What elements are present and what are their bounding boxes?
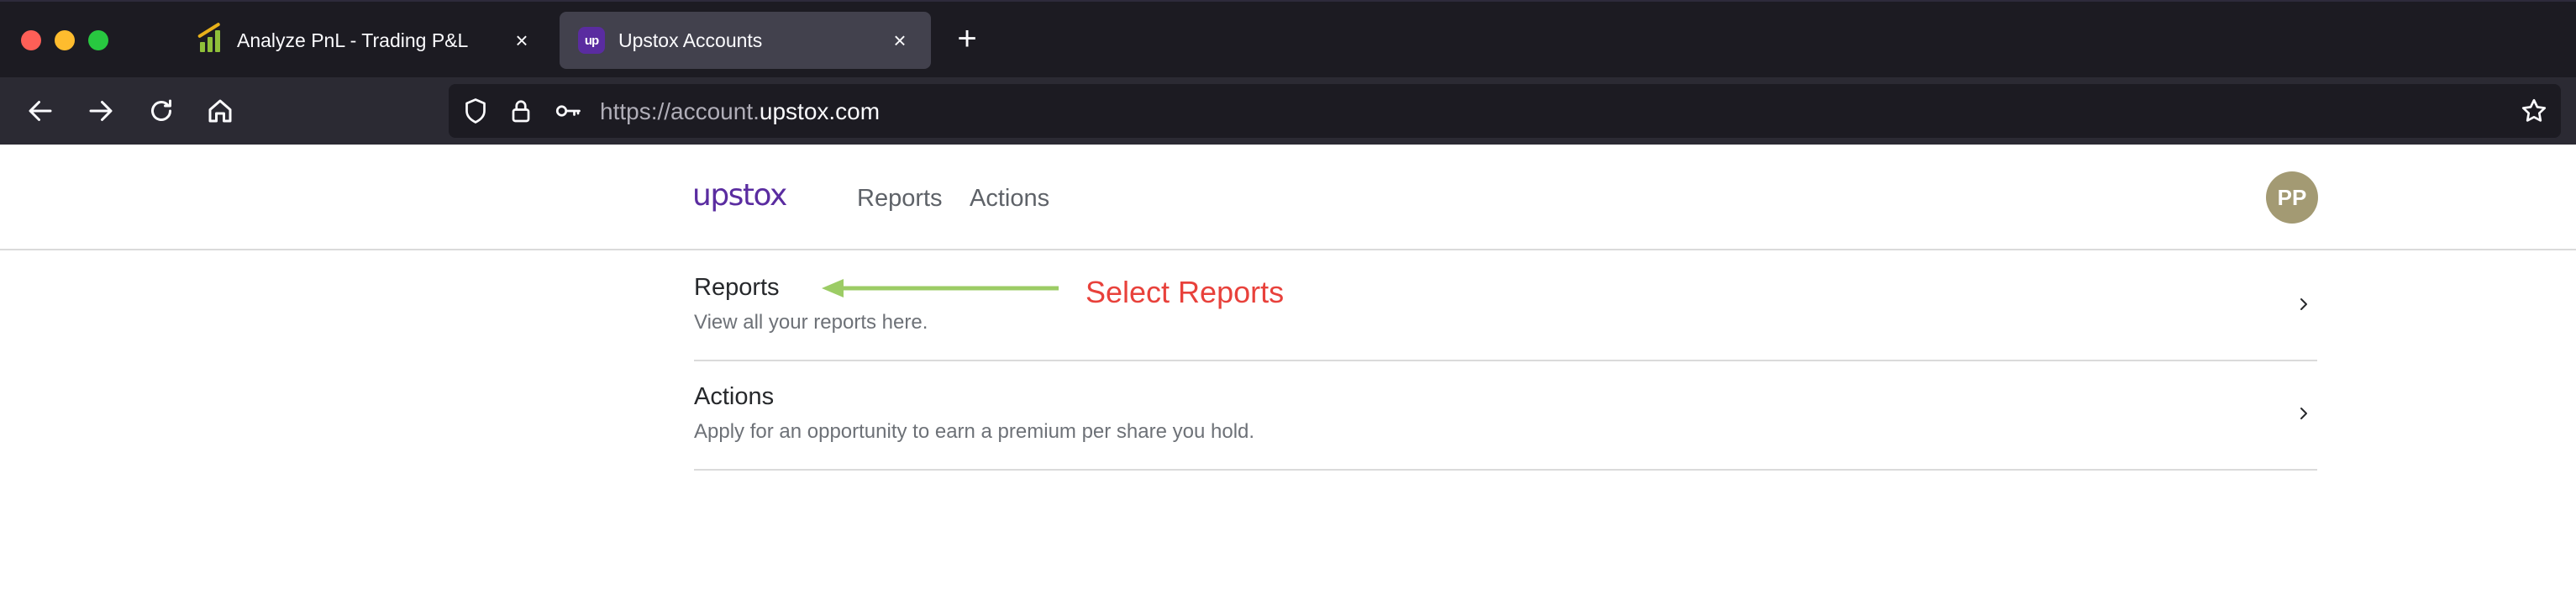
tab-title: Upstox Accounts [618, 29, 763, 51]
home-button[interactable] [202, 92, 239, 129]
reload-icon [151, 99, 171, 121]
actions-row[interactable]: Actions Apply for an opportunity to earn… [694, 361, 2317, 471]
chart-favicon-icon [197, 22, 223, 54]
tab-analyze-pnl[interactable]: Analyze PnL - Trading P&L × [178, 12, 553, 69]
avatar[interactable]: PP [2266, 171, 2318, 224]
new-tab-button[interactable]: + [952, 22, 982, 55]
annotation-label: Select Reports [1086, 275, 1285, 309]
row-title: Reports [694, 274, 780, 301]
browser-tab-bar: Analyze PnL - Trading P&L × up Upstox Ac… [0, 0, 2576, 77]
row-title: Actions [694, 383, 775, 410]
annotation-arrow-icon [822, 279, 1059, 297]
browser-toolbar: https://account.upstox.com [0, 77, 2576, 145]
site-header: upstox Reports Actions PP [0, 145, 2576, 250]
nav-actions[interactable]: Actions [970, 185, 1049, 213]
window-close-button[interactable] [21, 30, 41, 50]
bookmark-star-icon[interactable] [2519, 96, 2549, 126]
arrow-right-icon [89, 101, 113, 121]
reload-button[interactable] [143, 92, 180, 129]
lock-icon[interactable] [506, 96, 536, 126]
chevron-right-icon [2300, 408, 2307, 419]
key-icon[interactable] [553, 96, 583, 126]
upstox-logo[interactable]: upstox [692, 178, 787, 213]
home-icon [208, 99, 232, 123]
reports-row[interactable]: Reports View all your reports here. [694, 252, 2317, 361]
forward-button[interactable] [82, 92, 119, 129]
window-minimize-button[interactable] [55, 30, 75, 50]
url-bar[interactable]: https://account.upstox.com [449, 84, 2561, 138]
tab-upstox-accounts[interactable]: up Upstox Accounts × [560, 12, 931, 69]
nav-reports[interactable]: Reports [857, 185, 943, 213]
back-button[interactable] [22, 92, 59, 129]
tab-close-icon[interactable]: × [887, 29, 912, 51]
row-description: Apply for an opportunity to earn a premi… [694, 420, 1255, 443]
chevron-right-icon [2300, 298, 2307, 310]
row-description: View all your reports here. [694, 311, 928, 334]
page-content: upstox Reports Actions PP Reports View a… [0, 145, 2576, 600]
url-text[interactable]: https://account.upstox.com [600, 98, 880, 125]
shield-icon[interactable] [460, 96, 491, 126]
upstox-favicon-icon: up [578, 27, 605, 54]
window-zoom-button[interactable] [88, 30, 108, 50]
arrow-left-icon [29, 101, 52, 121]
tab-title: Analyze PnL - Trading P&L [237, 29, 469, 51]
tab-close-icon[interactable]: × [509, 29, 534, 51]
